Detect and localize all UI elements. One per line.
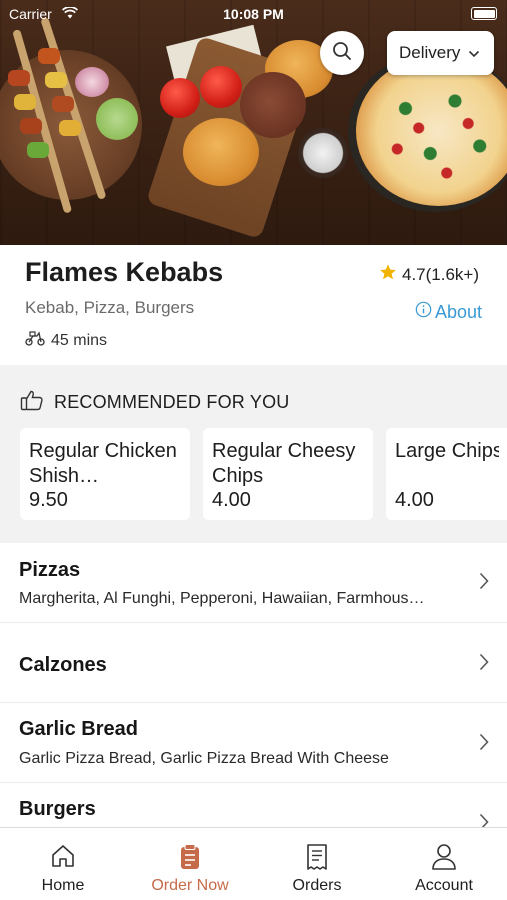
kebab-chunk-image: [14, 94, 36, 110]
chevron-right-icon: [479, 653, 489, 676]
kebab-chunk-image: [38, 48, 60, 64]
sauce-bowl-image: [96, 98, 138, 140]
burger-image: [183, 118, 259, 186]
delivery-time-label: 45 mins: [51, 331, 108, 349]
search-icon: [332, 41, 352, 66]
recommended-item-card[interactable]: Regular Chicken Shish… 9.50: [20, 428, 190, 520]
menu-category-garlic-bread[interactable]: Garlic Bread Garlic Pizza Bread, Garlic …: [0, 703, 507, 783]
tab-home[interactable]: Home: [0, 828, 126, 900]
rating-value: 4.7(1.6k+): [401, 264, 479, 284]
chevron-down-icon: [468, 43, 480, 63]
order-icon: [178, 843, 202, 876]
recommended-item-price: 4.00: [212, 489, 251, 511]
recommended-header: RECOMMENDED FOR YOU: [20, 389, 289, 416]
kebab-chunk-image: [45, 72, 67, 88]
tomato-image: [160, 78, 200, 118]
restaurant-name: Flames Kebabs: [25, 257, 224, 287]
home-icon: [50, 843, 76, 874]
tab-order-now[interactable]: Order Now: [127, 828, 253, 900]
pizza-image: [356, 56, 507, 206]
recommended-item-name: Regular Cheesy Chips: [212, 440, 356, 487]
info-icon: [415, 301, 432, 323]
delivery-mode-dropdown[interactable]: Delivery: [387, 31, 494, 75]
recommended-item-card[interactable]: Large Chips 4.00: [386, 428, 507, 520]
menu-category-burgers[interactable]: Burgers: [0, 783, 507, 831]
recommended-title: RECOMMENDED FOR YOU: [54, 392, 290, 412]
recommended-item-price: 9.50: [29, 489, 68, 511]
salt-bowl-image: [298, 128, 348, 178]
kebab-chunk-image: [20, 118, 42, 134]
scooter-icon: [25, 330, 45, 351]
bottom-tab-bar: Home Order Now Orders Account: [0, 827, 507, 900]
tab-label: Home: [41, 877, 85, 894]
delivery-time: 45 mins: [25, 330, 107, 351]
category-description: Margherita, Al Funghi, Pepperoni, Hawaii…: [19, 590, 425, 607]
about-label: About: [434, 301, 482, 322]
menu-category-calzones[interactable]: Calzones: [0, 623, 507, 703]
recommended-item-name: Large Chips: [395, 440, 499, 462]
category-title: Calzones: [19, 654, 107, 676]
category-title: Pizzas: [19, 559, 81, 581]
cuisine-list: Kebab, Pizza, Burgers: [25, 298, 195, 317]
recommended-item-name: Regular Chicken Shish…: [29, 440, 177, 487]
category-title: Burgers: [19, 798, 96, 820]
search-button[interactable]: [320, 31, 364, 75]
category-description: Garlic Pizza Bread, Garlic Pizza Bread W…: [19, 750, 389, 767]
tab-account[interactable]: Account: [381, 828, 507, 900]
star-icon: [379, 263, 397, 286]
restaurant-info: Flames Kebabs 4.7(1.6k+) Kebab, Pizza, B…: [0, 245, 507, 365]
status-bar: Carrier 10:08 PM: [0, 0, 507, 28]
clock-label: 10:08 PM: [223, 6, 284, 22]
recommended-item-price: 4.00: [395, 489, 434, 511]
kebab-chunk-image: [59, 120, 81, 136]
chevron-right-icon: [479, 733, 489, 756]
user-icon: [431, 843, 457, 876]
about-link[interactable]: About: [415, 301, 482, 323]
hero-banner: Carrier 10:08 PM Delivery: [0, 0, 507, 245]
tomato-image: [200, 66, 242, 108]
receipt-icon: [305, 843, 329, 876]
thumbs-up-icon: [20, 389, 44, 416]
onion-image: [75, 67, 109, 97]
tab-label: Account: [415, 877, 473, 894]
kebab-chunk-image: [52, 96, 74, 112]
menu-category-pizzas[interactable]: Pizzas Margherita, Al Funghi, Pepperoni,…: [0, 543, 507, 623]
tab-label: Orders: [292, 877, 342, 894]
category-title: Garlic Bread: [19, 718, 138, 740]
battery-icon: [471, 7, 497, 20]
restaurant-rating: 4.7(1.6k+): [379, 263, 479, 286]
delivery-mode-label: Delivery: [399, 43, 461, 62]
kebab-chunk-image: [8, 70, 30, 86]
kebab-chunk-image: [27, 142, 49, 158]
chevron-right-icon: [479, 572, 489, 595]
burger-patty-image: [240, 72, 306, 138]
recommended-section: RECOMMENDED FOR YOU Regular Chicken Shis…: [0, 365, 507, 543]
tab-orders[interactable]: Orders: [254, 828, 380, 900]
tab-label: Order Now: [151, 877, 229, 894]
recommended-item-card[interactable]: Regular Cheesy Chips 4.00: [203, 428, 373, 520]
